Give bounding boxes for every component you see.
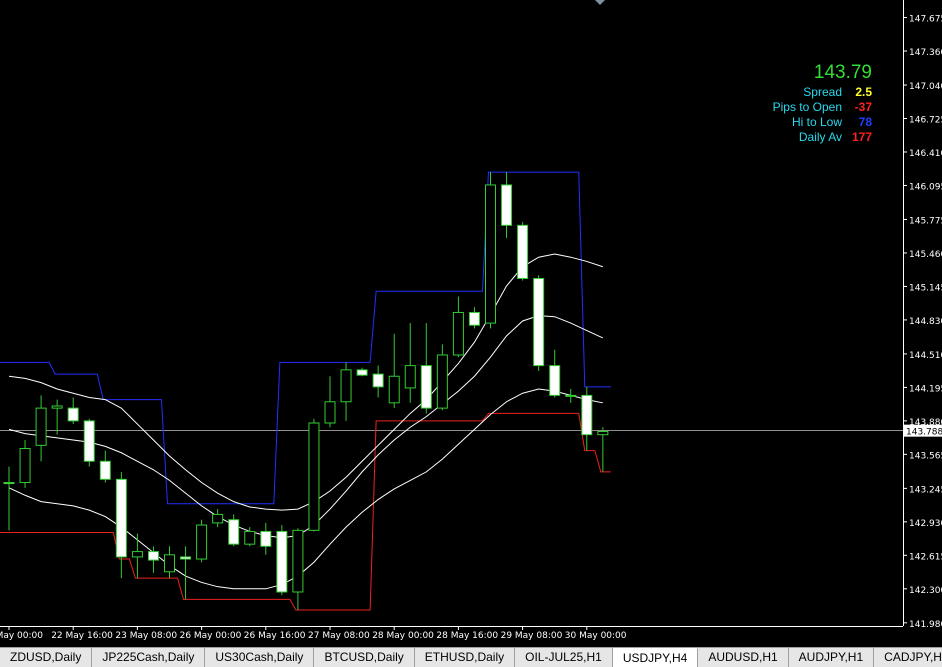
- info-row-hi-to-low: Hi to Low 78: [773, 115, 872, 130]
- candle-body[interactable]: [83, 420, 95, 462]
- candle-body[interactable]: [308, 422, 320, 531]
- y-tick-label: 142.300: [909, 586, 942, 596]
- y-tick-label: 147.675: [909, 15, 942, 25]
- x-tick-label: 29 May 08:00: [501, 631, 563, 641]
- tab-zdusd-daily[interactable]: ZDUSD,Daily: [0, 648, 93, 667]
- candle-body[interactable]: [228, 519, 240, 545]
- y-tick-label: 146.410: [909, 149, 942, 159]
- x-tick-label: 28 May 16:00: [436, 631, 498, 641]
- info-label: Spread: [803, 85, 842, 99]
- y-tick-label: 141.980: [909, 620, 942, 630]
- y-tick-label: 145.775: [909, 216, 942, 226]
- series-ma-mid: [8, 315, 604, 539]
- candle-body[interactable]: [3, 482, 15, 485]
- series-ma-slow: [8, 388, 603, 590]
- y-tick-label: 144.195: [909, 384, 942, 394]
- chart-area[interactable]: 147.675 147.360 147.040 146.725 146.410 146.0…: [0, 0, 942, 647]
- tab-ethusd-daily[interactable]: ETHUSD,Daily: [414, 648, 516, 667]
- info-value: 177: [851, 130, 872, 144]
- candle-body[interactable]: [436, 354, 448, 409]
- candle-body[interactable]: [67, 407, 79, 422]
- y-tick-label: 145.460: [909, 250, 942, 260]
- candle-body[interactable]: [388, 375, 400, 404]
- tab-usdjpy-h4[interactable]: USDJPY,H4: [612, 648, 699, 667]
- info-label: Pips to Open: [772, 100, 842, 114]
- info-row-spread: Spread 2.5: [773, 85, 872, 100]
- y-tick-label: 143.565: [909, 451, 942, 461]
- y-tick-label: 146.725: [909, 116, 942, 126]
- candle-body[interactable]: [180, 556, 192, 560]
- candle-body[interactable]: [485, 184, 496, 324]
- chart-tab-bar: ZDUSD,Daily JP225Cash,Daily US30Cash,Daily…: [0, 647, 942, 667]
- candle-body[interactable]: [164, 554, 175, 573]
- x-tick-label: 2 May 00:00: [0, 631, 43, 641]
- candle-body[interactable]: [420, 365, 432, 409]
- candle-body[interactable]: [196, 524, 208, 560]
- x-tick-label: 30 May 00:00: [565, 631, 627, 641]
- info-current-price: 143.79: [813, 62, 872, 83]
- series-ma-fast: [8, 253, 604, 511]
- y-tick-label: 145.145: [909, 283, 942, 293]
- info-value: -37: [854, 100, 872, 114]
- candle-body[interactable]: [260, 530, 272, 547]
- y-tick-label: 147.360: [909, 48, 942, 58]
- info-row-daily-av: Daily Av 177: [773, 130, 872, 145]
- x-tick-label: 26 May 00:00: [180, 631, 242, 641]
- tab-oil-jul25-h1[interactable]: OIL-JUL25,H1: [515, 648, 613, 667]
- chart-shift-marker[interactable]: [595, 0, 605, 5]
- y-tick-label: 142.930: [909, 519, 942, 529]
- candle-body[interactable]: [404, 365, 416, 389]
- y-tick-label: 142.615: [909, 552, 942, 562]
- x-tick-label: 26 May 16:00: [244, 631, 306, 641]
- tab-btcusd-daily[interactable]: BTCUSD,Daily: [314, 648, 415, 667]
- candle-body[interactable]: [324, 401, 336, 424]
- info-panel: 143.79 Spread 2.5 Pips to Open -37 Hi to Low…: [773, 62, 872, 145]
- candle-body[interactable]: [292, 529, 304, 593]
- tab-cadjpy-h1[interactable]: CADJPY,H1: [874, 648, 942, 667]
- info-value: 2.5: [855, 85, 872, 99]
- candle-body[interactable]: [212, 513, 224, 524]
- candle-body[interactable]: [533, 277, 545, 367]
- candle-body[interactable]: [452, 311, 464, 356]
- tab-audusd-h1[interactable]: AUDUSD,H1: [698, 648, 789, 667]
- tab-jp225cash-daily[interactable]: JP225Cash,Daily: [92, 648, 206, 667]
- candle-body[interactable]: [19, 448, 31, 484]
- x-tick-label: 28 May 00:00: [372, 631, 434, 641]
- candle-body[interactable]: [51, 405, 63, 409]
- candle-body[interactable]: [517, 224, 529, 279]
- candle-body[interactable]: [565, 394, 577, 397]
- candle-body[interactable]: [372, 373, 384, 388]
- x-tick-label: 27 May 08:00: [308, 631, 370, 641]
- tab-us30cash-daily[interactable]: US30Cash,Daily: [205, 648, 315, 667]
- y-tick-label: 144.510: [909, 351, 942, 361]
- candle-body[interactable]: [581, 394, 593, 436]
- y-tick-label: 146.095: [909, 182, 942, 192]
- candle-body[interactable]: [356, 369, 368, 376]
- candle-body[interactable]: [244, 530, 256, 545]
- tab-audjpy-h1[interactable]: AUDJPY,H1: [788, 648, 875, 667]
- candle-body[interactable]: [131, 551, 143, 558]
- candle-body[interactable]: [99, 460, 111, 480]
- candle-body[interactable]: [115, 478, 127, 558]
- y-tick-label: 143.245: [909, 485, 942, 495]
- candle-body[interactable]: [501, 184, 513, 226]
- candle-body[interactable]: [468, 311, 480, 326]
- y-tick-label: 144.830: [909, 317, 942, 327]
- current-price-label: 143.788: [906, 428, 942, 438]
- info-label: Hi to Low: [791, 115, 842, 129]
- x-tick-label: 23 May 08:00: [115, 631, 177, 641]
- candle-body[interactable]: [340, 369, 352, 403]
- info-value: 78: [858, 115, 872, 129]
- candle-body[interactable]: [597, 431, 609, 436]
- y-tick-label: 147.040: [909, 82, 942, 92]
- info-row-pips-to-open: Pips to Open -37: [773, 100, 872, 115]
- candle-body[interactable]: [147, 551, 159, 561]
- candle-body[interactable]: [35, 407, 47, 446]
- candle-body[interactable]: [549, 365, 561, 396]
- candle-body[interactable]: [276, 530, 288, 593]
- info-label: Daily Av: [798, 130, 842, 144]
- x-tick-label: 22 May 16:00: [51, 631, 113, 641]
